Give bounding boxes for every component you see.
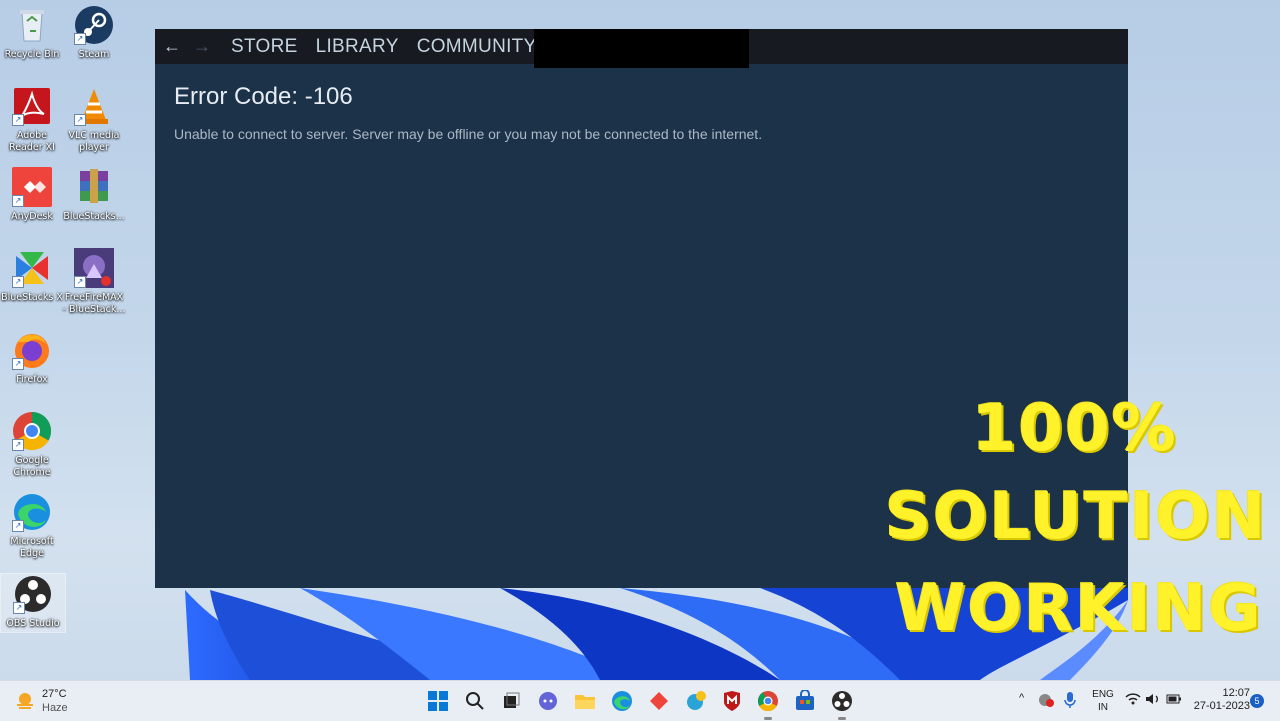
folder-icon <box>575 695 595 709</box>
desktop-icon-obs[interactable]: ↗ OBS Studio <box>0 573 66 633</box>
wifi-icon[interactable] <box>1125 692 1141 710</box>
tab-community[interactable]: COMMUNITY <box>417 36 537 58</box>
obs-icon: ↗ <box>13 574 53 614</box>
promo-line-3: WORKING <box>895 572 1263 646</box>
clock[interactable]: 12:07 27-01-2023 <box>1186 687 1250 713</box>
firefox-icon: ↗ <box>12 330 52 370</box>
desktop-icon-adobe-reader[interactable]: ↗ Adobe Reader XI <box>0 86 64 154</box>
winrar-icon <box>74 167 114 207</box>
promo-line-2: SOLUTION <box>885 480 1268 554</box>
taskbar: 27°C Haze ^ ENG IN 12:07 27-01-2023 5 <box>0 680 1280 721</box>
forward-arrow-icon[interactable]: → <box>187 36 217 57</box>
task-view-button[interactable] <box>499 689 523 713</box>
adobe-reader-icon: ↗ <box>12 86 52 126</box>
weather-temp: 27°C <box>42 688 67 700</box>
chrome-taskbar-button[interactable] <box>756 689 780 713</box>
desktop-icon-edge[interactable]: ↗ Microsoft Edge <box>0 492 64 560</box>
desktop-icon-label: BlueStacks... <box>63 211 125 222</box>
desktop-icon-label: BlueStacks X <box>1 292 63 303</box>
error-message: Unable to connect to server. Server may … <box>174 126 763 142</box>
edge-icon <box>612 691 632 711</box>
edge-icon: ↗ <box>12 492 52 532</box>
task-view-icon <box>504 692 520 708</box>
desktop-icon-label: Microsoft Edge <box>10 536 54 559</box>
region-code: IN <box>1098 702 1108 713</box>
desktop-icon-chrome[interactable]: ↗ Google Chrome <box>0 411 64 479</box>
language-code: ENG <box>1092 689 1114 700</box>
steam-icon: ↗ <box>74 5 114 45</box>
desktop-icon-label: Recycle Bin <box>4 49 60 60</box>
search-icon <box>466 692 484 710</box>
notification-badge[interactable]: 5 <box>1250 694 1264 708</box>
desktop-icon-label: FreeFireMAX - BlueStack... <box>62 292 126 315</box>
desktop-icon-recycle-bin[interactable]: Recycle Bin <box>0 5 64 61</box>
desktop-icon-label: Google Chrome <box>13 455 51 478</box>
sun-haze-icon <box>14 690 36 712</box>
chat-button[interactable] <box>536 689 560 713</box>
clock-time: 12:07 <box>1222 687 1250 699</box>
tab-library[interactable]: LIBRARY <box>316 36 399 58</box>
desktop-icon-label: AnyDesk <box>11 211 53 222</box>
file-explorer-button[interactable] <box>573 689 597 713</box>
cloud-sync-icon <box>687 691 706 710</box>
edge-taskbar-button[interactable] <box>610 689 634 713</box>
desktop-icon-vlc[interactable]: ↗ VLC media player <box>62 86 126 154</box>
desktop-icon-steam[interactable]: ↗ Steam <box>62 5 126 61</box>
tab-store[interactable]: STORE <box>231 36 298 58</box>
mcafee-taskbar-button[interactable] <box>720 689 744 713</box>
battery-icon[interactable] <box>1166 693 1182 709</box>
desktop-icon-freefire[interactable]: ↗ FreeFireMAX - BlueStack... <box>62 248 126 316</box>
chrome-icon <box>757 691 778 712</box>
taskbar-search-button[interactable] <box>463 689 487 713</box>
mcafee-icon <box>724 691 740 711</box>
show-hidden-icons-button[interactable]: ^ <box>1019 692 1024 705</box>
chrome-icon: ↗ <box>12 411 52 451</box>
error-title: Error Code: -106 <box>174 83 353 110</box>
obs-icon <box>832 691 852 711</box>
desktop-icon-label: VLC media player <box>68 130 120 153</box>
vlc-icon: ↗ <box>74 86 114 126</box>
anydesk-icon <box>650 692 668 710</box>
desktop-icon-label: OBS Studio <box>6 618 60 629</box>
bluestacks-x-icon: ↗ <box>12 248 52 288</box>
recycle-bin-icon <box>12 5 52 45</box>
weather-condition: Haze <box>42 702 68 714</box>
back-arrow-icon[interactable]: ← <box>157 36 187 57</box>
redaction-box <box>534 29 749 68</box>
microsoft-store-icon <box>796 690 814 710</box>
desktop-icon-firefox[interactable]: ↗ Firefox <box>0 330 64 386</box>
teams-chat-icon <box>539 692 557 710</box>
weather-widget[interactable]: 27°C Haze <box>14 687 84 715</box>
desktop-icon-winrar[interactable]: BlueStacks... <box>62 167 126 223</box>
mcafee-tray-icon[interactable] <box>1038 691 1054 711</box>
language-indicator[interactable]: ENG IN <box>1090 688 1116 714</box>
anydesk-taskbar-button[interactable] <box>647 689 671 713</box>
store-taskbar-button[interactable] <box>793 689 817 713</box>
promo-line-1: 100% <box>972 392 1178 466</box>
windows-logo-icon <box>428 691 448 711</box>
desktop-icon-bluestacks-x[interactable]: ↗ BlueStacks X <box>0 248 64 304</box>
chevron-up-icon: ^ <box>1019 692 1025 704</box>
desktop-icon-label: Firefox <box>16 374 48 385</box>
microphone-icon[interactable] <box>1063 691 1077 713</box>
start-button[interactable] <box>426 689 450 713</box>
volume-icon[interactable] <box>1145 692 1161 710</box>
desktop-icon-label: Steam <box>78 49 110 60</box>
desktop-icon-anydesk[interactable]: ↗ AnyDesk <box>0 167 64 223</box>
clock-date: 27-01-2023 <box>1193 700 1250 712</box>
anydesk-icon: ↗ <box>12 167 52 207</box>
obs-taskbar-button[interactable] <box>830 689 854 713</box>
desktop-icon-label: Adobe Reader XI <box>9 130 55 153</box>
freefire-icon: ↗ <box>74 248 114 288</box>
app-taskbar-button[interactable] <box>684 689 708 713</box>
